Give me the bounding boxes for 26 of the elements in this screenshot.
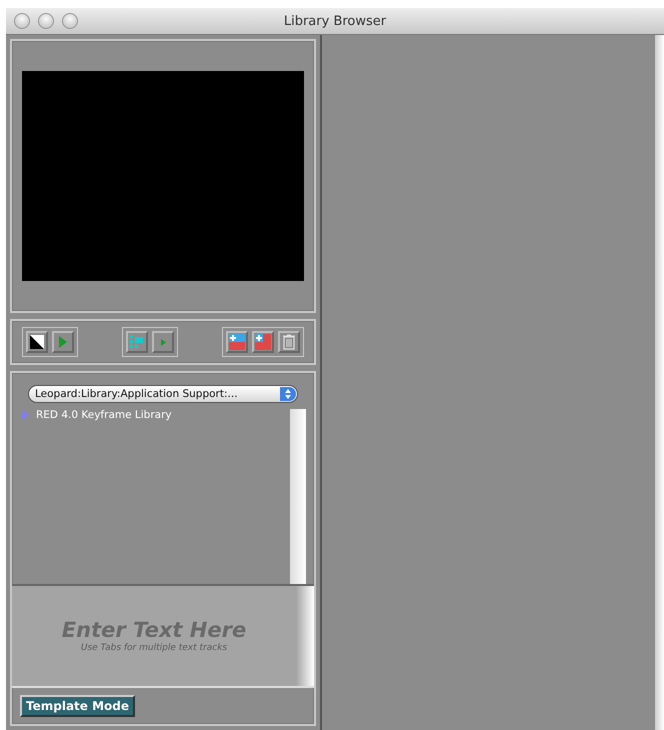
hint-text: Use Tabs for multiple text tracks — [80, 642, 228, 653]
play-button[interactable] — [152, 331, 174, 353]
zoom-button[interactable] — [62, 13, 78, 29]
scrollbar[interactable] — [290, 409, 306, 584]
grid-button[interactable] — [126, 331, 148, 353]
add-track-icon — [229, 334, 245, 350]
scrollbar[interactable] — [655, 35, 664, 730]
scrollbar[interactable] — [296, 586, 314, 686]
placeholder-text: Enter Text Here — [62, 619, 246, 643]
template-mode-button[interactable]: Template Mode — [20, 695, 136, 717]
play-icon — [160, 338, 166, 346]
trash-icon — [283, 334, 295, 350]
minimize-button[interactable] — [38, 13, 54, 29]
grid-icon — [130, 335, 144, 349]
stepper-icon — [280, 387, 296, 401]
contrast-icon — [30, 335, 44, 349]
add-clip-icon — [255, 334, 271, 350]
contrast-button[interactable] — [26, 331, 48, 353]
path-popup[interactable]: Leopard:Library:Application Support:... — [28, 385, 298, 403]
trash-button[interactable] — [278, 331, 300, 353]
close-button[interactable] — [14, 13, 30, 29]
play-icon — [59, 336, 67, 348]
add-button[interactable] — [226, 331, 248, 353]
add-button[interactable] — [252, 331, 274, 353]
window-title: Library Browser — [284, 14, 386, 28]
library-item[interactable]: RED 4.0 Keyframe Library — [18, 409, 290, 421]
